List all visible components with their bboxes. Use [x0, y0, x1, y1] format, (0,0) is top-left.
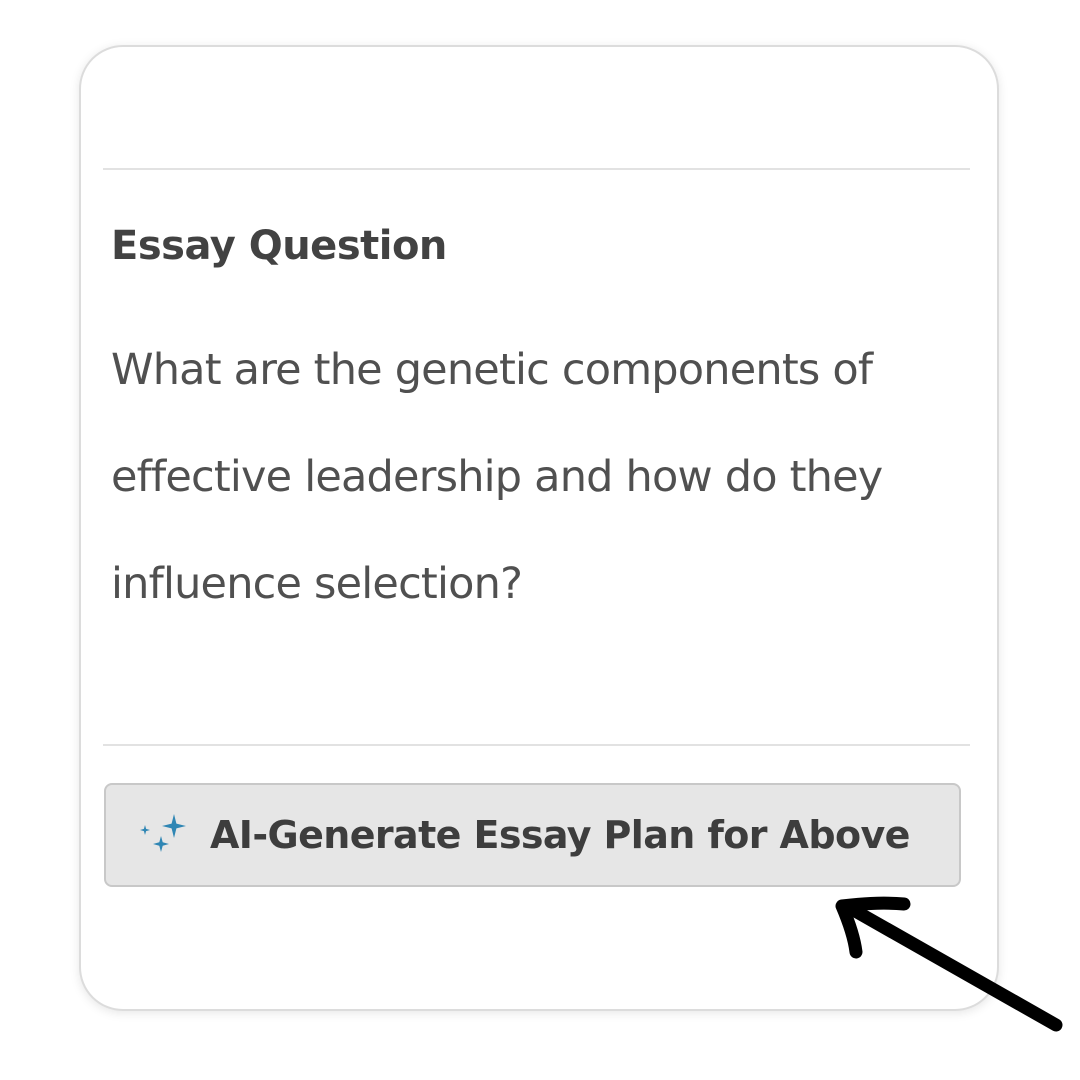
- essay-card: Essay Question What are the genetic comp…: [79, 45, 999, 1011]
- essay-question-text: What are the genetic components of effec…: [111, 345, 883, 609]
- pointer-arrow-icon: [835, 896, 1063, 1032]
- bottom-divider: [103, 744, 970, 746]
- ai-generate-essay-plan-button[interactable]: AI-Generate Essay Plan for Above: [104, 783, 961, 887]
- essay-question-heading: Essay Question: [111, 223, 447, 269]
- top-divider: [103, 168, 970, 170]
- ai-generate-button-label: AI-Generate Essay Plan for Above: [210, 813, 910, 857]
- sparkle-icon: [140, 814, 186, 852]
